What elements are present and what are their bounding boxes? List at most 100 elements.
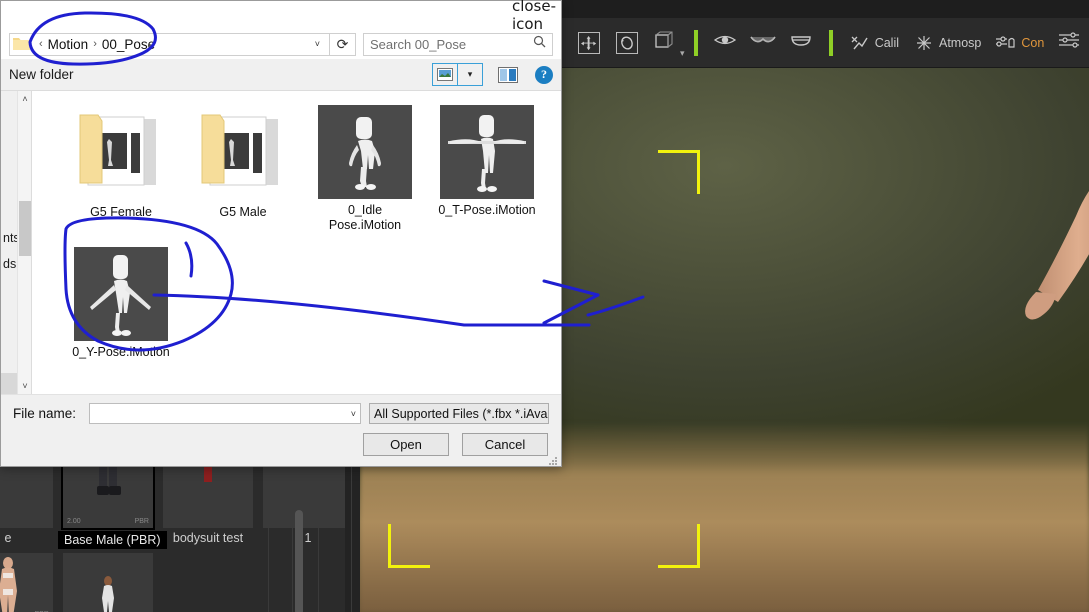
dialog-footer: File name: ˅ All Supported Files (*.fbx … — [1, 394, 561, 466]
chevron-down-icon[interactable]: ▾ — [458, 64, 482, 85]
content-item[interactable]: e — [0, 460, 58, 549]
calibrate-button[interactable]: Calil — [849, 33, 899, 53]
cancel-button[interactable]: Cancel — [462, 433, 548, 456]
content-icon — [995, 33, 1017, 53]
file-name: 0_T-Pose.iMotion — [438, 203, 536, 217]
content-browser-panel[interactable]: e 2.00 PBR Base Male (PBR) bodysuit test… — [0, 455, 345, 612]
eyelid-closed-button[interactable] — [787, 26, 815, 60]
file-name: G5 Male — [219, 205, 267, 219]
rotate-icon — [615, 31, 638, 54]
filename-input[interactable]: ˅ — [89, 403, 361, 424]
content-browser-grid: e 2.00 PBR Base Male (PBR) bodysuit test… — [0, 458, 345, 612]
atmosphere-label: Atmosp — [939, 35, 982, 50]
panel-divider — [292, 455, 293, 612]
calibrate-label: Calil — [874, 35, 899, 50]
file-item-g5-female[interactable]: G5 Female — [60, 105, 182, 233]
eyelid-open-button[interactable] — [749, 26, 777, 60]
file-item-idle-pose[interactable]: 0_Idle Pose.iMotion — [304, 105, 426, 233]
dialog-navigation-bar: ‹ Motion › 00_Pose ˅ ⟳ Search 00_Pose — [1, 29, 561, 59]
folder-icon — [73, 105, 169, 201]
panel-divider — [268, 455, 269, 612]
eyelid-open-icon — [750, 33, 776, 52]
search-placeholder: Search 00_Pose — [370, 36, 467, 52]
chevron-down-icon[interactable]: ˅ — [308, 39, 327, 49]
y-pose-thumbnail — [74, 247, 168, 341]
folder-icon — [195, 105, 291, 201]
content-thumbnail — [263, 460, 345, 528]
file-name: G5 Female — [90, 205, 152, 219]
file-name: 0_Idle Pose.iMotion — [328, 203, 402, 232]
sidebar-scrollbar[interactable]: ˄ ˅ — [17, 91, 31, 394]
toolbar-separator-2 — [828, 29, 833, 56]
content-item-bodysuit[interactable]: bodysuit test — [158, 460, 258, 549]
scale-tool-button[interactable] — [650, 26, 678, 60]
search-icon — [533, 35, 546, 53]
selection-bracket-top-right — [658, 150, 700, 194]
content-badge-version: 2.00 — [67, 518, 81, 525]
content-button[interactable]: Con — [995, 33, 1044, 53]
file-list[interactable]: G5 Female G5 Male 0_Idle Pose.iMotion 0_… — [31, 91, 561, 394]
move-tool-button[interactable] — [575, 26, 603, 60]
open-button[interactable]: Open — [363, 433, 449, 456]
eye-visibility-button[interactable] — [712, 26, 740, 60]
eyelid-closed-icon — [790, 33, 812, 52]
address-bar[interactable]: ‹ Motion › 00_Pose ˅ — [9, 32, 330, 56]
content-item-label: bodysuit test — [172, 531, 244, 545]
view-mode-group[interactable]: ▾ — [432, 63, 483, 86]
resize-grip[interactable] — [548, 453, 558, 465]
idle-pose-thumbnail — [318, 105, 412, 199]
view-mode-icon[interactable] — [433, 64, 457, 85]
content-browser-scrollbar[interactable] — [295, 510, 303, 612]
chevron-down-icon[interactable]: ˅ — [351, 409, 356, 419]
toolbar-separator-1 — [693, 29, 698, 56]
filename-label: File name: — [13, 406, 77, 421]
file-item-y-pose[interactable]: 0_Y-Pose.iMotion — [60, 247, 182, 360]
content-label: Con — [1021, 35, 1045, 50]
atmosphere-button[interactable]: Atmosp — [913, 33, 981, 53]
content-item-label: e — [4, 531, 12, 545]
folder-icon — [13, 37, 30, 51]
scroll-up-icon[interactable]: ˄ — [18, 91, 31, 107]
chevron-down-icon: ˅ — [547, 409, 548, 419]
dialog-command-bar: New folder ▾ ? — [1, 59, 561, 91]
content-thumbnail — [163, 460, 253, 528]
content-item-base-male[interactable]: 2.00 PBR Base Male (PBR) — [58, 458, 167, 549]
scroll-down-icon[interactable]: ˅ — [18, 378, 31, 394]
search-input[interactable]: Search 00_Pose — [363, 32, 553, 56]
side-panel-strip — [345, 455, 360, 612]
box-icon — [653, 29, 675, 56]
dialog-body: nts ds Drive (H ˄ ˅ — [1, 91, 561, 394]
dialog-sidebar[interactable]: nts ds Drive (H ˄ ˅ — [1, 91, 31, 394]
open-file-dialog[interactable]: close-icon ‹ Motion › 00_Pose ˅ ⟳ Search… — [0, 0, 562, 467]
content-item-small-girl[interactable]: Small Girl — [58, 553, 158, 612]
file-grid: G5 Female G5 Male 0_Idle Pose.iMotion 0_… — [32, 91, 561, 374]
selection-bracket-bottom-right — [658, 524, 700, 568]
scale-tool-caret[interactable]: ▾ — [680, 48, 685, 67]
content-item-default-pbr[interactable]: 2.00 PBR Default (PBR) — [0, 553, 58, 612]
scrollbar-thumb[interactable] — [19, 201, 31, 256]
panel-divider — [318, 455, 319, 612]
breadcrumb-leading-chevron[interactable]: ‹ — [39, 38, 43, 50]
new-folder-button[interactable]: New folder — [9, 67, 74, 82]
file-item-t-pose[interactable]: 0_T-Pose.iMotion — [426, 105, 548, 233]
file-item-g5-male[interactable]: G5 Male — [182, 105, 304, 233]
rotate-tool-button[interactable] — [613, 26, 641, 60]
eye-icon — [713, 32, 737, 53]
content-item-label: Base Male (PBR) — [58, 531, 167, 549]
sliders-icon — [1058, 31, 1082, 54]
refresh-icon[interactable]: ⟳ — [330, 32, 356, 56]
main-toolbar: ▾ Calil Atmosp Con — [558, 18, 1089, 68]
toolbar-overflow-button[interactable] — [1056, 26, 1084, 60]
breadcrumb-item-00pose[interactable]: 00_Pose — [102, 37, 155, 52]
file-type-filter-select[interactable]: All Supported Files (*.fbx *.iAva ˅ — [369, 403, 549, 424]
close-icon[interactable]: close-icon — [512, 0, 556, 33]
breadcrumb-item-motion[interactable]: Motion — [48, 37, 89, 52]
content-thumbnail: 2.00 PBR — [61, 458, 155, 530]
help-button[interactable]: ? — [535, 65, 553, 84]
filename-row: File name: ˅ All Supported Files (*.fbx … — [13, 403, 549, 424]
t-pose-thumbnail — [440, 105, 534, 199]
character-avatar[interactable] — [980, 68, 1089, 602]
move-icon — [577, 31, 600, 54]
breadcrumb-separator[interactable]: › — [93, 38, 97, 50]
preview-pane-icon[interactable] — [497, 65, 519, 85]
